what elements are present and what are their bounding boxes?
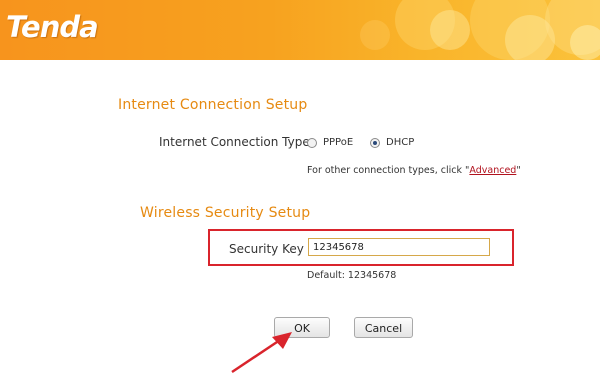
cancel-button[interactable]: Cancel bbox=[354, 317, 413, 338]
tenda-logo: Tenda bbox=[6, 10, 99, 44]
decorative-bubble bbox=[570, 25, 600, 60]
radio-dhcp[interactable]: DHCP bbox=[370, 137, 414, 148]
internet-section-title: Internet Connection Setup bbox=[118, 97, 308, 113]
radio-pppoe-circle[interactable] bbox=[307, 137, 317, 148]
connection-type-label: Internet Connection Type bbox=[159, 135, 310, 149]
other-connection-hint: For other connection types, click "Advan… bbox=[307, 165, 521, 176]
wireless-section-title: Wireless Security Setup bbox=[140, 205, 311, 221]
hint-suffix: " bbox=[516, 165, 521, 176]
advanced-link[interactable]: Advanced bbox=[469, 165, 516, 176]
radio-dhcp-label: DHCP bbox=[386, 137, 415, 148]
header-banner: Tenda bbox=[0, 0, 600, 60]
decorative-bubble bbox=[430, 10, 470, 50]
security-key-label: Security Key bbox=[229, 242, 304, 256]
decorative-bubble bbox=[360, 20, 390, 50]
annotation-arrow-icon bbox=[231, 332, 292, 374]
radio-dhcp-circle[interactable] bbox=[370, 137, 380, 148]
radio-pppoe-label: PPPoE bbox=[323, 137, 354, 148]
default-key-text: Default: 12345678 bbox=[307, 270, 397, 281]
security-key-input[interactable] bbox=[308, 238, 490, 256]
hint-prefix: For other connection types, click " bbox=[307, 165, 470, 176]
radio-pppoe[interactable]: PPPoE bbox=[307, 137, 353, 148]
